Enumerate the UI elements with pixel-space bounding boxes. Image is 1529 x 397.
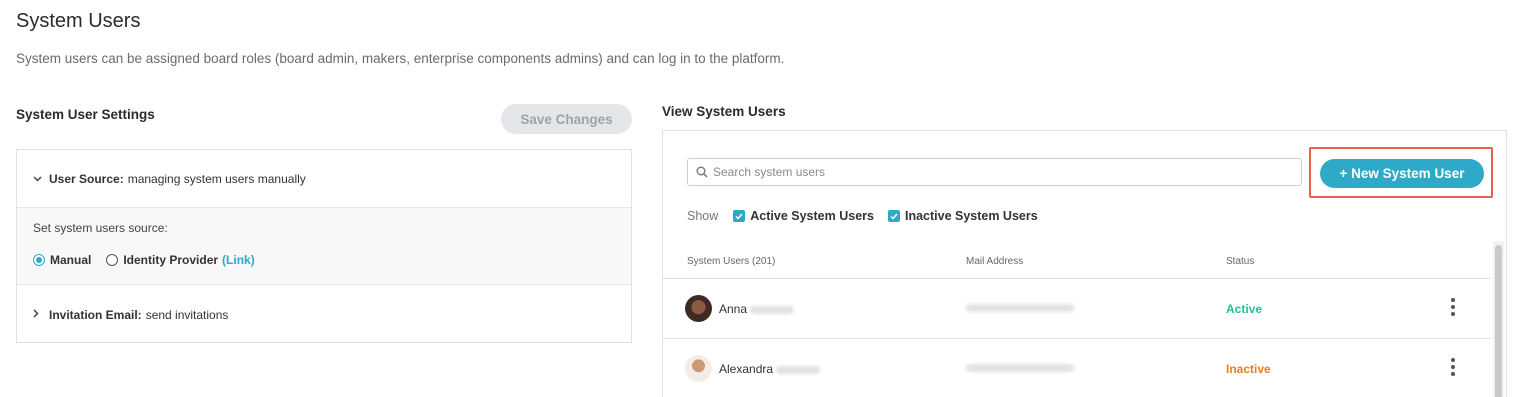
invitation-email-value: send invitations xyxy=(145,307,229,322)
status-filters: Show Active System Users Inactive System… xyxy=(687,209,1052,223)
radio-manual-label: Manual xyxy=(50,253,92,267)
user-name: Alexandra xyxy=(719,362,821,376)
chevron-right-icon xyxy=(33,308,49,321)
radio-manual[interactable]: Manual xyxy=(33,253,91,267)
scrollbar[interactable] xyxy=(1493,241,1504,397)
more-options-icon[interactable] xyxy=(1449,358,1457,376)
checkbox-checked-icon[interactable] xyxy=(733,210,746,222)
table-row[interactable]: Alexandra Inactive xyxy=(663,339,1491,397)
user-source-options: Manual Identity Provider (Link) xyxy=(33,253,270,267)
radio-identity-provider-label: Identity Provider xyxy=(123,253,219,267)
redacted-surname xyxy=(750,305,795,314)
scrollbar-thumb[interactable] xyxy=(1495,245,1502,397)
redacted-email xyxy=(966,364,1074,372)
search-icon xyxy=(696,166,708,178)
status-badge: Inactive xyxy=(1226,362,1271,376)
redacted-surname xyxy=(776,365,821,374)
user-source-label: User Source: xyxy=(49,171,124,186)
avatar xyxy=(685,295,712,322)
new-system-user-button[interactable]: + New System User xyxy=(1320,159,1484,188)
filter-inactive-label: Inactive System Users xyxy=(904,209,1038,223)
redacted-email xyxy=(966,304,1074,312)
filter-active-label: Active System Users xyxy=(750,209,874,223)
radio-identity-provider[interactable]: Identity Provider (Link) xyxy=(106,253,255,267)
page-title: System Users xyxy=(16,10,141,32)
users-heading: View System Users xyxy=(662,104,786,119)
filter-active[interactable]: Active System Users xyxy=(733,209,874,223)
user-source-prompt: Set system users source: xyxy=(33,221,168,235)
status-badge: Active xyxy=(1226,302,1263,316)
user-source-accordion[interactable]: User Source: managing system users manua… xyxy=(17,150,631,208)
column-header-status[interactable]: Status xyxy=(1226,256,1254,267)
chevron-down-icon xyxy=(33,173,49,185)
show-label: Show xyxy=(687,209,719,223)
user-source-value: managing system users manually xyxy=(127,171,306,186)
table-row[interactable]: Anna Active xyxy=(663,279,1491,339)
invitation-email-accordion[interactable]: Invitation Email: send invitations xyxy=(17,286,631,343)
filter-inactive[interactable]: Inactive System Users xyxy=(887,209,1038,223)
table-header: System Users (201) Mail Address Status xyxy=(663,242,1491,279)
settings-heading: System User Settings xyxy=(16,107,155,122)
radio-selected-icon[interactable] xyxy=(33,254,45,266)
users-panel: + New System User Show Active System Use… xyxy=(662,130,1507,397)
save-changes-button[interactable]: Save Changes xyxy=(501,104,632,134)
avatar xyxy=(685,355,712,382)
user-name: Anna xyxy=(719,302,795,316)
highlight-frame: + New System User xyxy=(1309,147,1493,198)
identity-provider-link[interactable]: (Link) xyxy=(222,253,255,267)
search-input[interactable] xyxy=(713,165,1273,179)
more-options-icon[interactable] xyxy=(1449,298,1457,316)
page-description: System users can be assigned board roles… xyxy=(16,51,785,66)
column-header-mail[interactable]: Mail Address xyxy=(966,256,1023,267)
search-box[interactable] xyxy=(687,158,1302,186)
invitation-email-label: Invitation Email: xyxy=(49,307,142,322)
checkbox-checked-icon[interactable] xyxy=(887,210,900,222)
column-header-users[interactable]: System Users (201) xyxy=(687,256,775,267)
radio-unselected-icon[interactable] xyxy=(106,254,119,266)
settings-panel: User Source: managing system users manua… xyxy=(16,149,632,343)
user-source-panel: Set system users source: Manual Identity… xyxy=(17,208,631,285)
